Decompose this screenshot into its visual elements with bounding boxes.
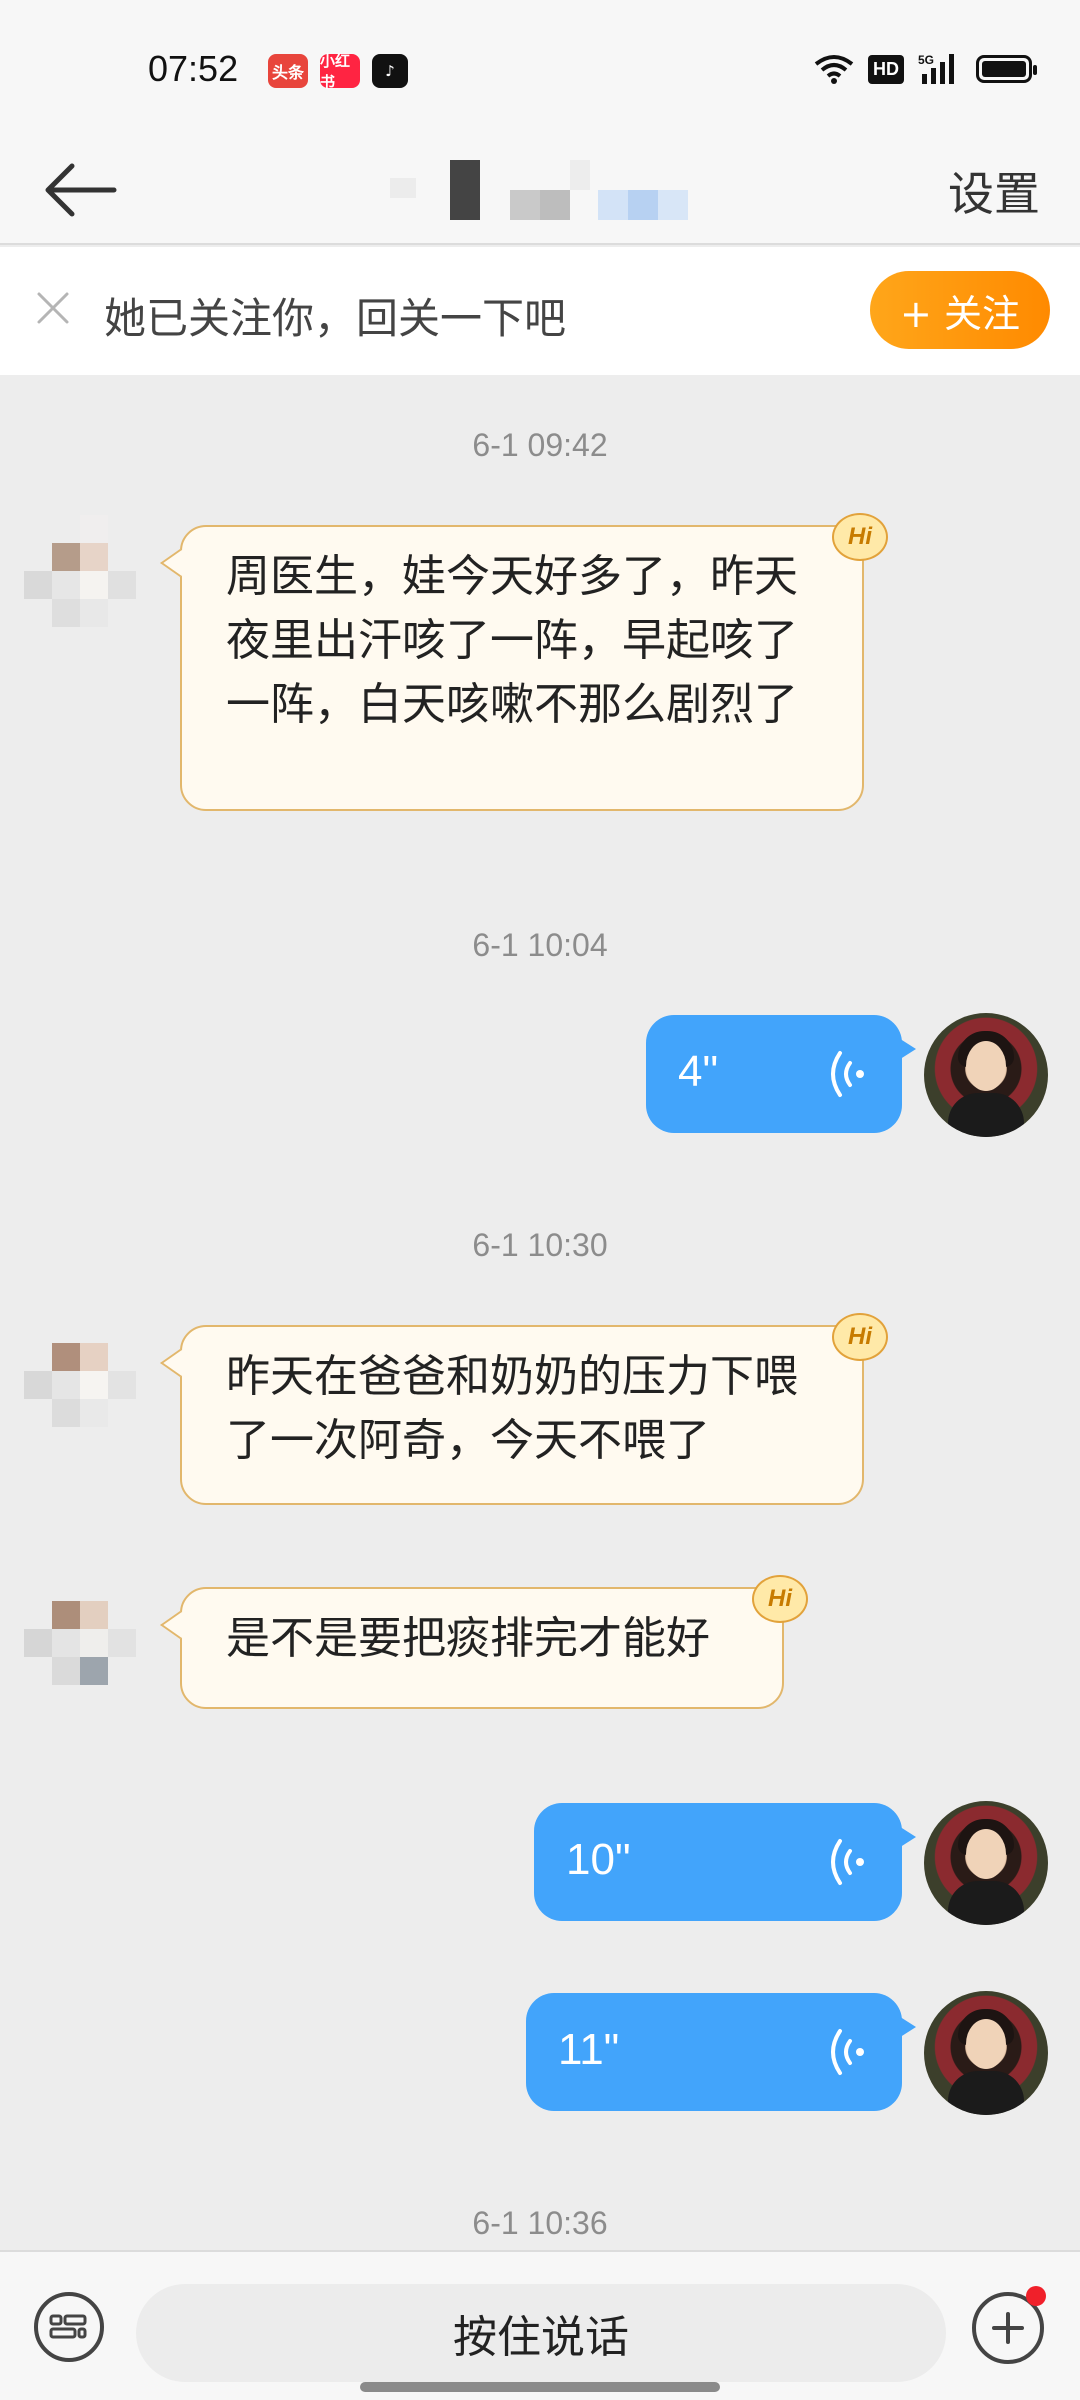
xiaohongshu-notification-icon: 小红书	[320, 52, 360, 91]
douyin-notification-icon: ♪	[372, 54, 408, 88]
incoming-message-bubble[interactable]: 是不是要把痰排完才能好 Hi	[180, 1575, 808, 1709]
home-indicator[interactable]	[360, 2382, 720, 2392]
status-bar: 07:52 头条 小红书 ♪ HD 5G	[0, 0, 1080, 130]
message-timestamp: 6-1 10:30	[472, 1227, 608, 1263]
outgoing-voice-message[interactable]: 10"	[534, 1803, 916, 1921]
keyboard-toggle-button[interactable]	[34, 2292, 104, 2362]
voice-duration: 4"	[678, 1047, 719, 1096]
svg-text:5G: 5G	[918, 53, 934, 67]
chat-input-bar: 按住说话	[0, 2250, 1080, 2400]
sender-avatar-blurred[interactable]	[24, 1573, 144, 1703]
contact-name-redacted	[380, 160, 700, 220]
keyboard-icon	[49, 2314, 87, 2339]
message-text: 是不是要把痰排完才能好	[226, 1613, 710, 1664]
sender-avatar-blurred[interactable]	[24, 1315, 144, 1445]
chat-message-list[interactable]: 6-1 09:42 周医生，娃今天好多了，昨天夜里出汗咳了一阵，早起咳了一阵，白…	[0, 375, 1080, 2250]
message-timestamp: 6-1 10:04	[472, 927, 608, 963]
my-avatar[interactable]	[924, 1991, 1048, 2115]
notification-dot	[1026, 2286, 1046, 2306]
voice-wave-icon	[831, 1051, 864, 1097]
outgoing-voice-message[interactable]: 11"	[526, 1993, 916, 2111]
plus-icon	[992, 2312, 1024, 2344]
follow-button[interactable]: + 关注	[870, 271, 1050, 349]
follow-back-message: 她已关注你，回关一下吧	[104, 294, 567, 343]
message-timestamp: 6-1 09:42	[472, 427, 608, 463]
follow-back-banner: 她已关注你，回关一下吧 + 关注	[0, 247, 1080, 375]
my-avatar[interactable]	[924, 1013, 1048, 1137]
hold-to-talk-button[interactable]: 按住说话	[136, 2284, 946, 2382]
message-text: 昨天在爸爸和奶奶的压力下喂了一次阿奇，今天不喂了	[226, 1351, 798, 1466]
close-icon	[37, 292, 69, 324]
battery-icon	[976, 55, 1037, 83]
arrow-left-icon	[45, 163, 117, 217]
message-timestamp: 6-1 10:36	[472, 2205, 608, 2241]
voice-wave-icon	[831, 1839, 864, 1885]
wifi-icon	[814, 55, 854, 84]
hd-icon: HD	[868, 54, 904, 84]
back-button[interactable]	[40, 150, 120, 230]
outgoing-voice-message[interactable]: 4"	[646, 1015, 916, 1133]
more-actions-button[interactable]	[972, 2286, 1046, 2364]
status-indicators: HD 5G	[814, 52, 1037, 86]
chat-header: 设置	[0, 130, 1080, 245]
signal-icon: 5G	[918, 53, 954, 84]
hi-badge-icon: Hi	[752, 1575, 808, 1623]
message-text: 周医生，娃今天好多了，昨天夜里出汗咳了一阵，早起咳了一阵，白天咳嗽不那么剧烈了	[226, 551, 798, 730]
voice-duration: 11"	[558, 2025, 620, 2074]
toutiao-notification-icon: 头条	[268, 54, 308, 88]
incoming-message-bubble[interactable]: 昨天在爸爸和奶奶的压力下喂了一次阿奇，今天不喂了 Hi	[180, 1313, 888, 1505]
voice-wave-icon	[831, 2029, 864, 2075]
my-avatar[interactable]	[924, 1801, 1048, 1925]
hi-badge-icon: Hi	[832, 513, 888, 561]
voice-duration: 10"	[566, 1835, 631, 1884]
incoming-message-bubble[interactable]: 周医生，娃今天好多了，昨天夜里出汗咳了一阵，早起咳了一阵，白天咳嗽不那么剧烈了 …	[180, 513, 888, 811]
sender-avatar-blurred[interactable]	[24, 515, 144, 645]
close-banner-button[interactable]	[28, 283, 78, 333]
hi-badge-icon: Hi	[832, 1313, 888, 1361]
settings-button[interactable]: 设置	[948, 158, 1040, 224]
status-time: 07:52	[148, 48, 239, 89]
